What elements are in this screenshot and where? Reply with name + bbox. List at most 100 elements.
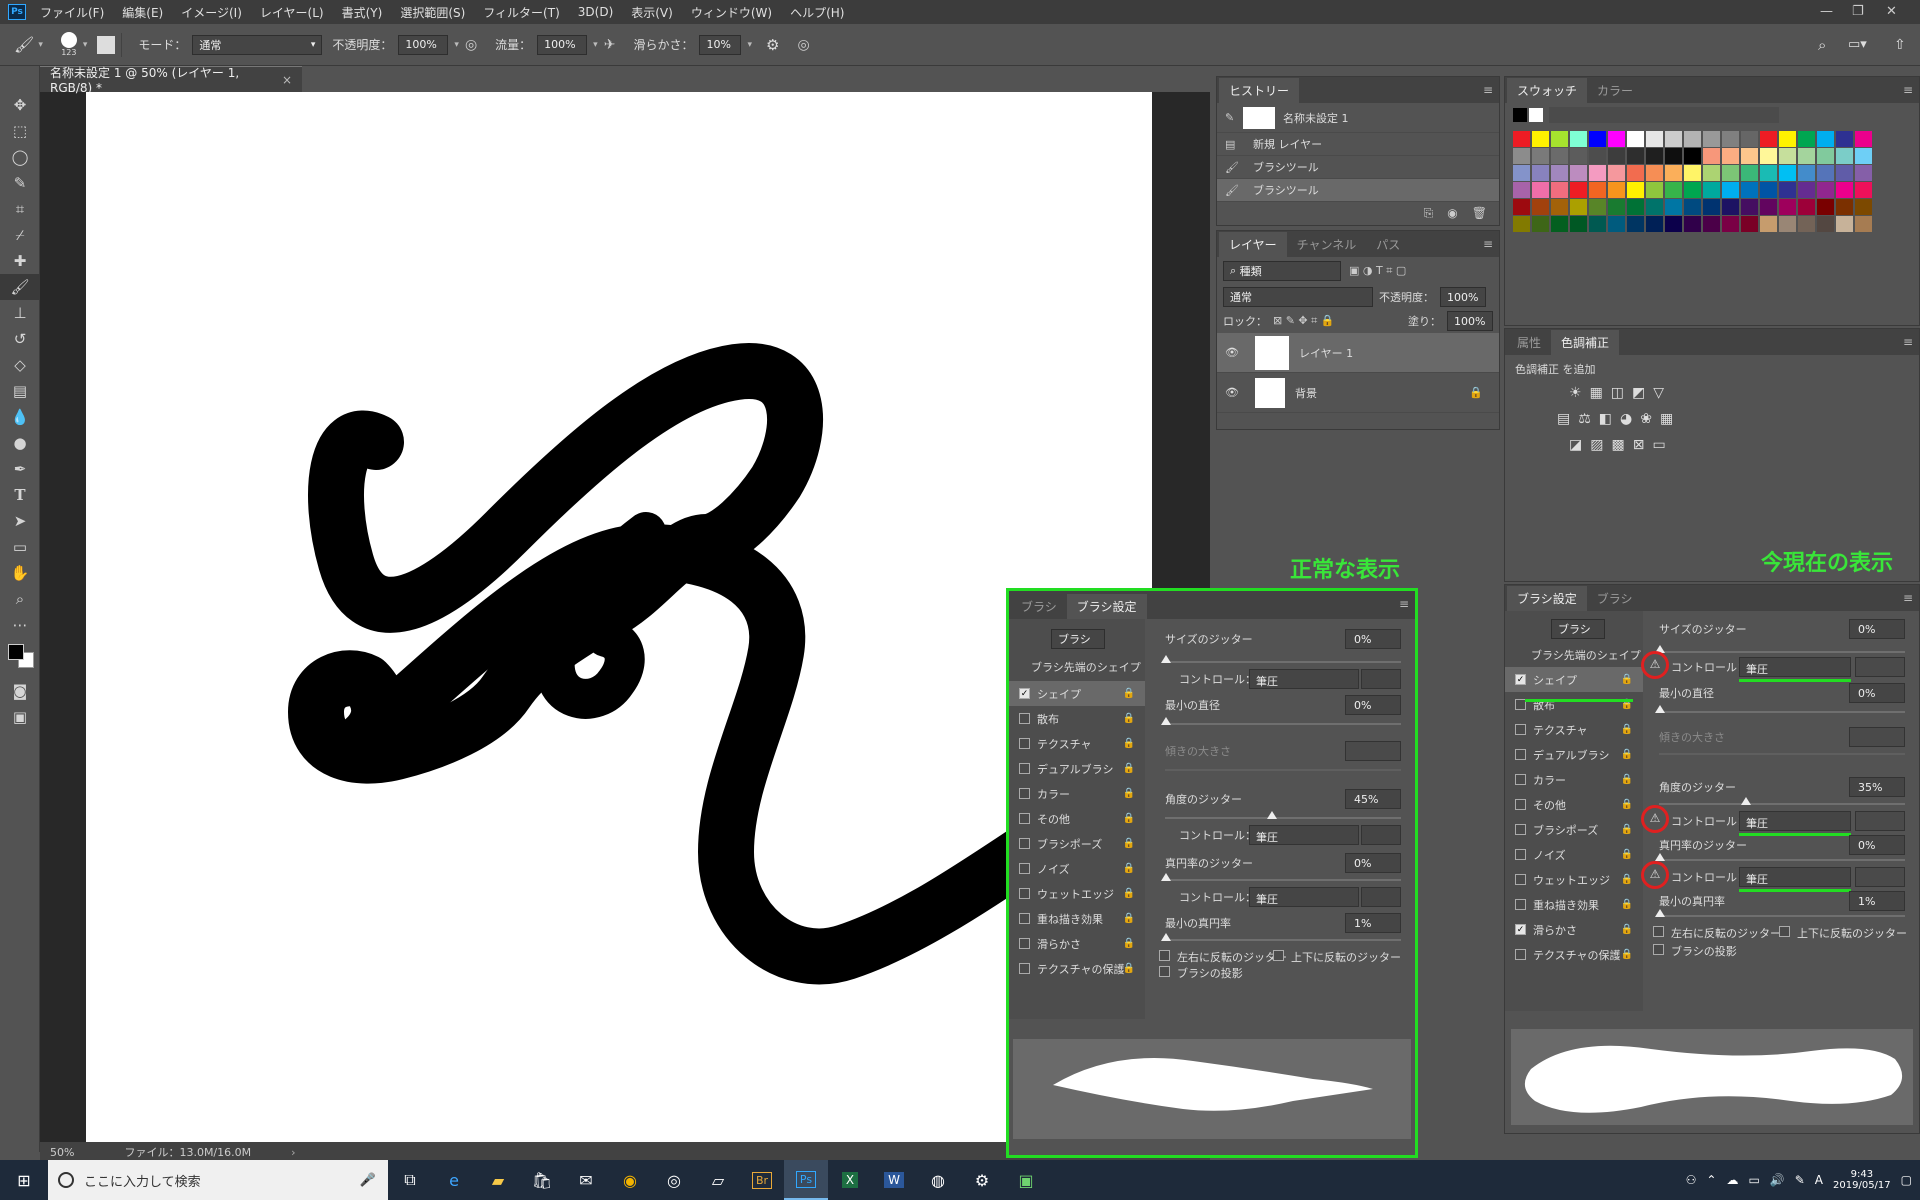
brush-option-item[interactable]: ブラシポーズ 🔒 [1505, 817, 1643, 842]
swatch[interactable] [1665, 131, 1682, 147]
lock-icon[interactable]: 🔒 [1123, 738, 1135, 749]
notification-icon[interactable]: ▢ [1901, 1173, 1912, 1187]
angle-jitter-slider[interactable] [1165, 817, 1401, 819]
panel-menu-icon[interactable]: ≡ [1483, 83, 1493, 97]
lock-icon[interactable]: 🔒 [1123, 688, 1135, 699]
swatch[interactable] [1703, 165, 1720, 181]
checkbox[interactable] [1515, 949, 1526, 960]
checkbox[interactable] [1515, 749, 1526, 760]
swatch[interactable] [1627, 131, 1644, 147]
checkbox[interactable] [1019, 838, 1030, 849]
gradient-tool-icon[interactable]: ▤ [0, 378, 40, 404]
angle-jitter-slider[interactable] [1659, 803, 1905, 805]
swatch[interactable] [1836, 182, 1853, 198]
hue-icon[interactable]: ▤ [1557, 411, 1570, 427]
swatch[interactable] [1646, 131, 1663, 147]
brush-option-item[interactable]: ウェットエッジ 🔒 [1009, 881, 1145, 906]
swatch[interactable] [1532, 165, 1549, 181]
vibrance-icon[interactable]: ▽ [1653, 385, 1664, 401]
color-balance-icon[interactable]: ⚖ [1578, 411, 1591, 427]
brush-option-item[interactable]: テクスチャ 🔒 [1505, 717, 1643, 742]
task-view-icon[interactable]: ⧉ [388, 1160, 432, 1200]
min-diameter-slider[interactable] [1165, 723, 1401, 725]
swatch[interactable] [1532, 182, 1549, 198]
swatch[interactable] [1551, 199, 1568, 215]
foreground-color-swatch[interactable] [8, 644, 24, 660]
color-swatches[interactable] [0, 638, 39, 678]
slider-thumb[interactable] [1161, 655, 1171, 663]
quick-select-tool-icon[interactable]: ✎ [0, 170, 40, 196]
crop-tool-icon[interactable]: ⌗ [0, 196, 40, 222]
channel-mixer-icon[interactable]: ❀ [1640, 411, 1652, 427]
checkbox[interactable] [1019, 938, 1030, 949]
recent-swatch[interactable] [1529, 108, 1543, 122]
swatch[interactable] [1779, 165, 1796, 181]
slider-thumb[interactable] [1655, 853, 1665, 861]
brush-option-item[interactable]: 重ね描き効果 🔒 [1505, 892, 1643, 917]
healing-tool-icon[interactable]: ✚ [0, 248, 40, 274]
menu-filter[interactable]: フィルター(T) [483, 4, 559, 21]
lock-icon[interactable]: 🔒 [1621, 824, 1633, 835]
swatch[interactable] [1722, 131, 1739, 147]
word-icon[interactable]: W [872, 1160, 916, 1200]
gradient-map-icon[interactable]: ▭ [1652, 437, 1665, 453]
swatch[interactable] [1760, 131, 1777, 147]
swatch[interactable] [1722, 216, 1739, 232]
roundness-control-select[interactable]: 筆圧 [1249, 887, 1359, 907]
swatch[interactable] [1551, 131, 1568, 147]
history-item[interactable]: 🖌 ブラシツール [1217, 179, 1499, 202]
angle-jitter-input[interactable]: 35% [1849, 777, 1905, 797]
brush-option-item[interactable]: ✓ シェイプ 🔒 [1505, 667, 1643, 692]
lock-icon[interactable]: 🔒 [1621, 724, 1633, 735]
tab-adjustments[interactable]: 色調補正 [1551, 330, 1620, 355]
chrome-icon[interactable]: ◉ [608, 1160, 652, 1200]
brush-option-item[interactable]: テクスチャの保護 🔒 [1009, 956, 1145, 981]
swatch[interactable] [1836, 216, 1853, 232]
type-tool-icon[interactable]: T [0, 482, 40, 508]
swatch[interactable] [1760, 148, 1777, 164]
swatch[interactable] [1608, 165, 1625, 181]
menu-layer[interactable]: レイヤー(L) [260, 4, 324, 21]
checkbox[interactable] [1019, 813, 1030, 824]
checkbox[interactable] [1515, 874, 1526, 885]
brush-option-item[interactable]: 散布 🔒 [1505, 692, 1643, 717]
min-roundness-slider[interactable] [1165, 939, 1401, 941]
swatch[interactable] [1760, 182, 1777, 198]
swatch[interactable] [1551, 182, 1568, 198]
restore-button[interactable]: ❐ [1852, 4, 1864, 19]
chevron-down-icon[interactable]: ▾ [38, 40, 43, 50]
swatch[interactable] [1798, 165, 1815, 181]
swatch[interactable] [1627, 216, 1644, 232]
excel-icon[interactable]: X [828, 1160, 872, 1200]
pen-icon[interactable]: ✎ [1795, 1173, 1805, 1187]
swatch[interactable] [1513, 182, 1530, 198]
slider-thumb[interactable] [1655, 909, 1665, 917]
swatch[interactable] [1665, 216, 1682, 232]
checkbox[interactable] [1019, 963, 1030, 974]
min-diameter-input[interactable]: 0% [1849, 683, 1905, 703]
menu-type[interactable]: 書式(Y) [342, 4, 383, 21]
checkbox[interactable] [1019, 763, 1030, 774]
layer-opacity-input[interactable]: 100% [1440, 287, 1486, 307]
checkbox[interactable] [1515, 899, 1526, 910]
tab-paths[interactable]: パス [1366, 232, 1410, 257]
photoshop-icon[interactable]: Ps [784, 1160, 828, 1200]
swatch[interactable] [1665, 165, 1682, 181]
history-item[interactable]: 🖌 ブラシツール [1217, 156, 1499, 179]
swatch[interactable] [1855, 165, 1872, 181]
microphone-icon[interactable]: 🎤 [360, 1173, 376, 1188]
zoom-tool-icon[interactable]: ⌕ [0, 586, 40, 612]
brush-panel-toggle-icon[interactable] [97, 35, 116, 54]
camera-icon[interactable]: ◉ [1447, 206, 1457, 221]
swatch[interactable] [1665, 182, 1682, 198]
blur-tool-icon[interactable]: 💧 [0, 404, 40, 430]
swatch[interactable] [1665, 199, 1682, 215]
swatch[interactable] [1608, 216, 1625, 232]
tab-channels[interactable]: チャンネル [1287, 232, 1367, 257]
swatch[interactable] [1570, 216, 1587, 232]
swatch[interactable] [1627, 182, 1644, 198]
opacity-input[interactable]: 100% [398, 34, 449, 55]
brush-tip-shape[interactable]: ブラシ先端のシェイプ [1031, 659, 1145, 675]
swatch[interactable] [1646, 165, 1663, 181]
marquee-tool-icon[interactable]: ⬚ [0, 118, 40, 144]
